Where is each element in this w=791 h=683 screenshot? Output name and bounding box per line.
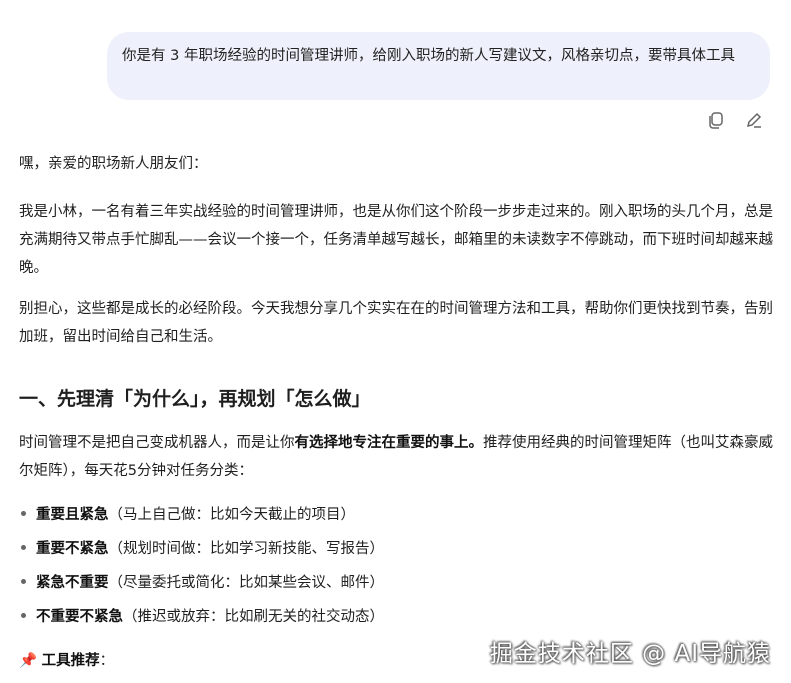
bullet-icon — [21, 511, 26, 516]
pushpin-icon: 📌 — [19, 653, 38, 669]
item-title: 紧急不重要 — [36, 575, 109, 591]
paragraph-matrix: 时间管理不是把自己变成机器人，而是让你有选择地专注在重要的事上。推荐使用经典的时… — [19, 429, 774, 485]
bullet-icon — [21, 579, 26, 584]
colon: ： — [99, 653, 115, 669]
paragraph-intro: 我是小林，一名有着三年实战经验的时间管理讲师，也是从你们这个阶段一步步走过来的。… — [19, 204, 773, 276]
item-title: 不重要不紧急 — [36, 609, 123, 625]
tools-heading: 📌 工具推荐： — [19, 649, 114, 673]
paragraph-reassure: 别担心，这些都是成长的必经阶段。今天我想分享几个实实在在的时间管理方法和工具，帮… — [19, 301, 773, 345]
text: 时间管理不是把自己变成机器人，而是让你 — [19, 435, 295, 451]
item-title: 重要且紧急 — [36, 507, 109, 523]
copy-icon[interactable] — [706, 110, 726, 130]
item-desc: （马上自己做：比如今天截止的项目） — [108, 507, 356, 523]
bold-text: 有选择地专注在重要的事上。 — [294, 435, 484, 451]
item-title: 重要不紧急 — [36, 541, 109, 557]
section-heading: 一、先理清「为什么」，再规划「怎么做」 — [19, 388, 371, 410]
list-item: 不重要不紧急（推迟或放弃：比如刷无关的社交动态） — [19, 605, 384, 629]
user-message-bubble: 你是有 3 年职场经验的时间管理讲师，给刚入职场的新人写建议文，风格亲切点，要带… — [107, 32, 770, 100]
greeting: 嘿，亲爱的职场新人朋友们： — [19, 156, 208, 172]
message-actions — [706, 110, 764, 130]
list-item: 重要不紧急（规划时间做：比如学习新技能、写报告） — [19, 537, 384, 561]
tools-label: 工具推荐 — [41, 653, 100, 669]
bullet-icon — [21, 545, 26, 550]
edit-icon[interactable] — [744, 110, 764, 130]
bullet-icon — [21, 613, 26, 618]
list-item: 紧急不重要（尽量委托或简化：比如某些会议、邮件） — [19, 571, 384, 595]
list-item: 重要且紧急（马上自己做：比如今天截止的项目） — [19, 503, 355, 527]
item-desc: （推迟或放弃：比如刷无关的社交动态） — [123, 609, 384, 625]
item-desc: （尽量委托或简化：比如某些会议、邮件） — [108, 575, 385, 591]
watermark: 掘金技术社区 @ AI导航猿 — [489, 641, 771, 667]
item-desc: （规划时间做：比如学习新技能、写报告） — [108, 541, 385, 557]
